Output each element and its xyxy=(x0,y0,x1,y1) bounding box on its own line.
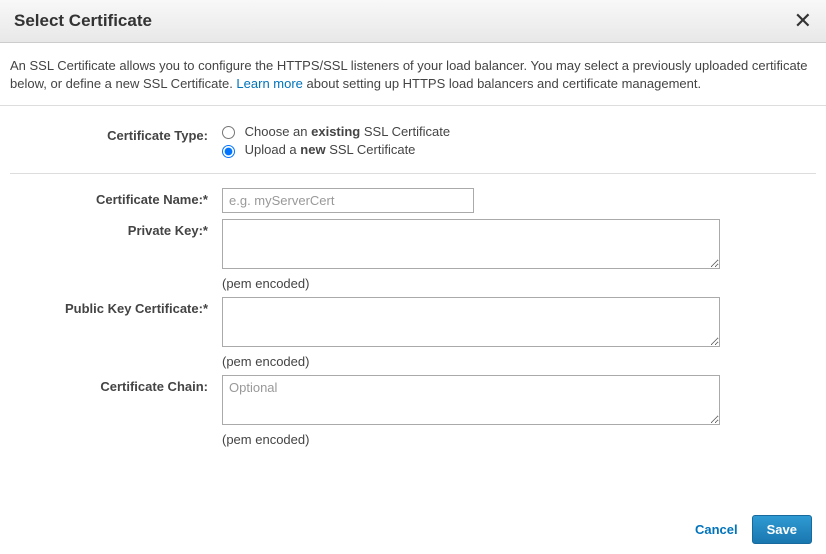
close-icon[interactable]: ✕ xyxy=(794,10,812,32)
learn-more-link[interactable]: Learn more xyxy=(236,76,302,91)
description-text: An SSL Certificate allows you to configu… xyxy=(0,43,826,106)
description-part2: about setting up HTTPS load balancers an… xyxy=(307,76,702,91)
option-upload-prefix: Upload a xyxy=(245,142,301,157)
option-upload[interactable]: Upload a new SSL Certificate xyxy=(222,142,816,157)
certificate-chain-label: Certificate Chain: xyxy=(10,375,222,447)
private-key-hint: (pem encoded) xyxy=(222,276,816,291)
certificate-chain-row: Certificate Chain: (pem encoded) xyxy=(10,369,816,447)
certificate-type-row: Certificate Type: Choose an existing SSL… xyxy=(10,116,816,173)
dialog-footer: Cancel Save xyxy=(695,515,812,544)
certificate-type-label: Certificate Type: xyxy=(10,124,222,160)
certificate-chain-hint: (pem encoded) xyxy=(222,432,816,447)
private-key-row: Private Key:* (pem encoded) xyxy=(10,213,816,291)
certificate-name-row: Certificate Name:* xyxy=(10,174,816,213)
certificate-type-options: Choose an existing SSL Certificate Uploa… xyxy=(222,124,816,160)
private-key-textarea[interactable] xyxy=(222,219,720,269)
option-upload-bold: new xyxy=(300,142,325,157)
option-existing-bold: existing xyxy=(311,124,360,139)
save-button[interactable]: Save xyxy=(752,515,812,544)
public-key-hint: (pem encoded) xyxy=(222,354,816,369)
option-existing-prefix: Choose an xyxy=(245,124,312,139)
radio-upload[interactable] xyxy=(222,145,235,158)
certificate-name-label: Certificate Name:* xyxy=(10,188,222,213)
dialog-header: Select Certificate ✕ xyxy=(0,0,826,43)
certificate-chain-textarea[interactable] xyxy=(222,375,720,425)
public-key-row: Public Key Certificate:* (pem encoded) xyxy=(10,291,816,369)
option-existing[interactable]: Choose an existing SSL Certificate xyxy=(222,124,816,139)
public-key-label: Public Key Certificate:* xyxy=(10,297,222,369)
public-key-textarea[interactable] xyxy=(222,297,720,347)
radio-existing[interactable] xyxy=(222,126,235,139)
certificate-name-input[interactable] xyxy=(222,188,474,213)
form-section: Certificate Type: Choose an existing SSL… xyxy=(0,106,826,446)
option-existing-suffix: SSL Certificate xyxy=(360,124,450,139)
private-key-label: Private Key:* xyxy=(10,219,222,291)
cancel-button[interactable]: Cancel xyxy=(695,522,738,537)
dialog-title: Select Certificate xyxy=(14,11,152,31)
option-upload-suffix: SSL Certificate xyxy=(326,142,416,157)
